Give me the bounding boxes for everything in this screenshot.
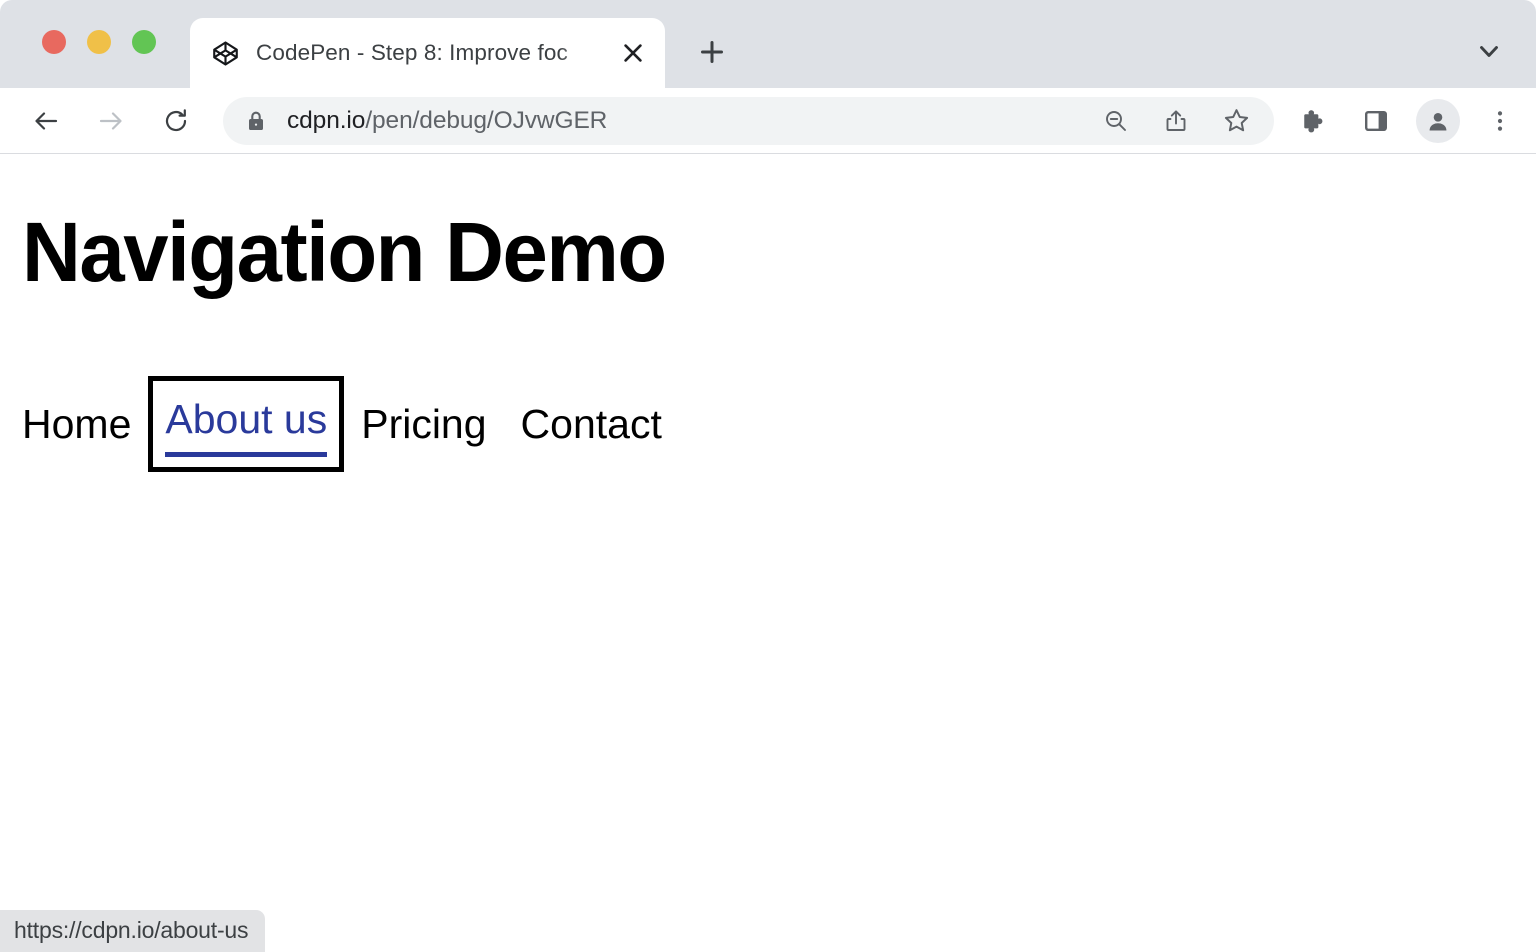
nav-item-contact[interactable]: Contact xyxy=(521,402,662,447)
omnibox-actions xyxy=(1096,101,1268,141)
bookmark-star-icon[interactable] xyxy=(1216,101,1256,141)
zoom-out-icon[interactable] xyxy=(1096,101,1136,141)
status-bar-link-preview: https://cdpn.io/about-us xyxy=(0,910,265,952)
tab-title-container: CodePen - Step 8: Improve foc xyxy=(256,38,605,68)
nav-link-home[interactable]: Home xyxy=(22,402,131,447)
close-tab-button[interactable] xyxy=(611,31,655,75)
nav-link-contact[interactable]: Contact xyxy=(521,402,662,447)
new-tab-button[interactable] xyxy=(686,26,738,78)
minimize-window-button[interactable] xyxy=(87,30,111,54)
nav-item-about-us[interactable]: About us xyxy=(153,381,339,467)
nav-link-pricing[interactable]: Pricing xyxy=(361,402,486,447)
address-bar[interactable]: cdpn.io/pen/debug/OJvwGER xyxy=(223,97,1274,145)
url-host: cdpn.io xyxy=(287,107,365,134)
lock-icon[interactable] xyxy=(245,110,267,132)
primary-navigation: Home About us Pricing Contact xyxy=(22,381,662,467)
reload-icon[interactable] xyxy=(150,95,202,147)
codepen-logo-icon xyxy=(212,40,239,67)
extensions-puzzle-icon[interactable] xyxy=(1292,99,1336,143)
tab-title-fade xyxy=(559,38,605,68)
url-path: /pen/debug/OJvwGER xyxy=(365,107,607,134)
window-controls xyxy=(42,30,156,54)
page-title: Navigation Demo xyxy=(22,210,666,294)
tab-strip: CodePen - Step 8: Improve foc xyxy=(0,0,1536,88)
side-panel-icon[interactable] xyxy=(1354,99,1398,143)
tab-search-button[interactable] xyxy=(1464,26,1514,76)
close-window-button[interactable] xyxy=(42,30,66,54)
toolbar-right-actions xyxy=(1292,99,1522,143)
nav-item-pricing[interactable]: Pricing xyxy=(361,402,486,447)
maximize-window-button[interactable] xyxy=(132,30,156,54)
browser-window: CodePen - Step 8: Improve foc xyxy=(0,0,1536,952)
three-dot-menu-icon[interactable] xyxy=(1478,99,1522,143)
share-icon[interactable] xyxy=(1156,101,1196,141)
nav-item-home[interactable]: Home xyxy=(22,402,131,447)
browser-toolbar: cdpn.io/pen/debug/OJvwGER xyxy=(0,88,1536,154)
url-text: cdpn.io/pen/debug/OJvwGER xyxy=(287,107,1096,135)
browser-tab[interactable]: CodePen - Step 8: Improve foc xyxy=(190,18,665,88)
nav-link-about-us[interactable]: About us xyxy=(165,397,327,457)
forward-arrow-icon[interactable] xyxy=(85,95,137,147)
profile-avatar-icon[interactable] xyxy=(1416,99,1460,143)
tab-title: CodePen - Step 8: Improve foc xyxy=(256,38,568,68)
page-viewport: Navigation Demo Home About us Pricing Co… xyxy=(0,154,1536,952)
back-arrow-icon[interactable] xyxy=(20,95,72,147)
